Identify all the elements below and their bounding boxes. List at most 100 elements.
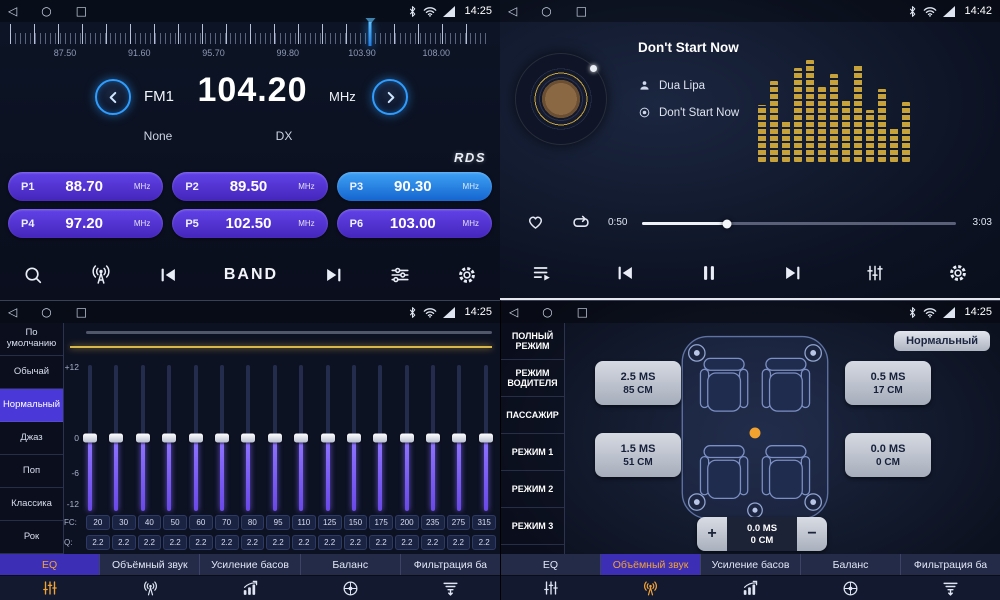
eq-preset-item[interactable]: Обычай: [0, 356, 63, 389]
bass-boost-icon[interactable]: [200, 576, 300, 600]
next-track-button[interactable]: [782, 262, 804, 284]
slider-handle[interactable]: [452, 434, 466, 443]
rear-right-delay[interactable]: 0.0 MS 0 CM: [845, 433, 931, 477]
eq-band-slider[interactable]: [346, 365, 362, 511]
queue-button[interactable]: [531, 262, 553, 284]
slider-handle[interactable]: [109, 434, 123, 443]
tab-balance[interactable]: Баланс: [300, 554, 400, 575]
slider-handle[interactable]: [189, 434, 203, 443]
home-icon[interactable]: ○: [41, 5, 51, 17]
slider-handle[interactable]: [83, 434, 97, 443]
slider-handle[interactable]: [373, 434, 387, 443]
preset-p6-button[interactable]: P6103.00MHz: [337, 209, 492, 238]
back-icon[interactable]: ◁: [508, 5, 517, 17]
eq-band-slider[interactable]: [320, 365, 336, 511]
eq-band-slider[interactable]: [451, 365, 467, 511]
home-icon[interactable]: ○: [542, 306, 552, 318]
band-button[interactable]: BAND: [224, 266, 278, 284]
eq-band-slider[interactable]: [425, 365, 441, 511]
slider-handle[interactable]: [400, 434, 414, 443]
eq-preset-item[interactable]: Классика: [0, 488, 63, 521]
listening-mode-item[interactable]: РЕЖИМ ВОДИТЕЛЯ: [501, 360, 564, 397]
home-icon[interactable]: ○: [541, 5, 551, 17]
eq-preset-item[interactable]: Поп: [0, 455, 63, 488]
previous-station-button[interactable]: [157, 264, 179, 286]
filtration-icon[interactable]: [400, 576, 500, 600]
favorite-button[interactable]: [525, 211, 546, 235]
slider-handle[interactable]: [479, 434, 493, 443]
tab-eq[interactable]: EQ: [501, 554, 600, 575]
scan-button[interactable]: [22, 264, 44, 286]
surround-sound-icon[interactable]: [100, 576, 200, 600]
seek-up-button[interactable]: [372, 79, 408, 115]
eq-band-slider[interactable]: [214, 365, 230, 511]
listening-mode-item[interactable]: ПАССАЖИР: [501, 397, 564, 434]
eq-sliders-icon[interactable]: [0, 576, 100, 600]
settings-button[interactable]: [947, 262, 969, 284]
tab-eq[interactable]: EQ: [0, 554, 99, 575]
eq-preset-item[interactable]: Нормальный: [0, 389, 63, 422]
listening-mode-item[interactable]: РЕЖИМ 2: [501, 471, 564, 508]
slider-handle[interactable]: [241, 434, 255, 443]
seek-down-button[interactable]: [95, 79, 131, 115]
slider-handle[interactable]: [162, 434, 176, 443]
slider-handle[interactable]: [268, 434, 282, 443]
slider-handle[interactable]: [347, 434, 361, 443]
eq-band-slider[interactable]: [478, 365, 494, 511]
recents-icon[interactable]: □: [577, 306, 588, 318]
slider-handle[interactable]: [426, 434, 440, 443]
preset-p2-button[interactable]: P289.50MHz: [172, 172, 327, 201]
decrease-delay-button[interactable]: −: [797, 517, 827, 551]
listening-mode-item[interactable]: РЕЖИМ 1: [501, 434, 564, 471]
eq-band-slider[interactable]: [108, 365, 124, 511]
tab-surround[interactable]: Объёмный звук: [600, 554, 700, 575]
eq-preset-item[interactable]: Джаз: [0, 422, 63, 455]
surround-sound-icon[interactable]: [601, 576, 701, 600]
eq-band-slider[interactable]: [267, 365, 283, 511]
tab-filtration[interactable]: Фильтрация ба: [900, 554, 1000, 575]
tab-balance[interactable]: Баланс: [800, 554, 900, 575]
rear-left-delay[interactable]: 1.5 MS 51 CM: [595, 433, 681, 477]
eq-band-slider[interactable]: [188, 365, 204, 511]
preset-p3-button[interactable]: P390.30MHz: [337, 172, 492, 201]
listening-mode-item[interactable]: РЕЖИМ 3: [501, 508, 564, 545]
eq-band-slider[interactable]: [399, 365, 415, 511]
preset-p4-button[interactable]: P497.20MHz: [8, 209, 163, 238]
home-icon[interactable]: ○: [41, 306, 51, 318]
increase-delay-button[interactable]: +: [697, 517, 727, 551]
filtration-icon[interactable]: [900, 576, 1000, 600]
preset-p1-button[interactable]: P188.70MHz: [8, 172, 163, 201]
tune-button[interactable]: [389, 264, 411, 286]
recents-icon[interactable]: □: [76, 306, 87, 318]
recents-icon[interactable]: □: [76, 5, 87, 17]
equalizer-button[interactable]: [865, 263, 885, 283]
eq-band-slider[interactable]: [161, 365, 177, 511]
listening-mode-item[interactable]: ПОЛНЫЙ РЕЖИМ: [501, 323, 564, 360]
seek-bar-handle[interactable]: [722, 219, 731, 228]
balance-icon[interactable]: [300, 576, 400, 600]
next-station-button[interactable]: [323, 264, 345, 286]
eq-band-slider[interactable]: [135, 365, 151, 511]
tab-bass-boost[interactable]: Усиление басов: [199, 554, 299, 575]
tab-bass-boost[interactable]: Усиление басов: [700, 554, 800, 575]
slider-handle[interactable]: [294, 434, 308, 443]
stations-button[interactable]: [89, 263, 113, 287]
settings-button[interactable]: [456, 264, 478, 286]
tab-filtration[interactable]: Фильтрация ба: [400, 554, 500, 575]
sound-preset-button[interactable]: Нормальный: [894, 331, 990, 351]
slider-handle[interactable]: [136, 434, 150, 443]
eq-band-slider[interactable]: [293, 365, 309, 511]
front-left-delay[interactable]: 2.5 MS 85 CM: [595, 361, 681, 405]
previous-track-button[interactable]: [614, 262, 636, 284]
frequency-ruler[interactable]: 87.5091.6095.7099.80103.90108.00: [0, 24, 500, 64]
seek-bar[interactable]: [642, 222, 956, 225]
repeat-button[interactable]: [570, 212, 592, 237]
eq-band-slider[interactable]: [82, 365, 98, 511]
bass-boost-icon[interactable]: [701, 576, 801, 600]
front-right-delay[interactable]: 0.5 MS 17 CM: [845, 361, 931, 405]
tab-surround[interactable]: Объёмный звук: [99, 554, 199, 575]
eq-preset-item[interactable]: По умолчанию: [0, 323, 63, 356]
preset-p5-button[interactable]: P5102.50MHz: [172, 209, 327, 238]
recents-icon[interactable]: □: [576, 5, 587, 17]
back-icon[interactable]: ◁: [8, 306, 17, 318]
